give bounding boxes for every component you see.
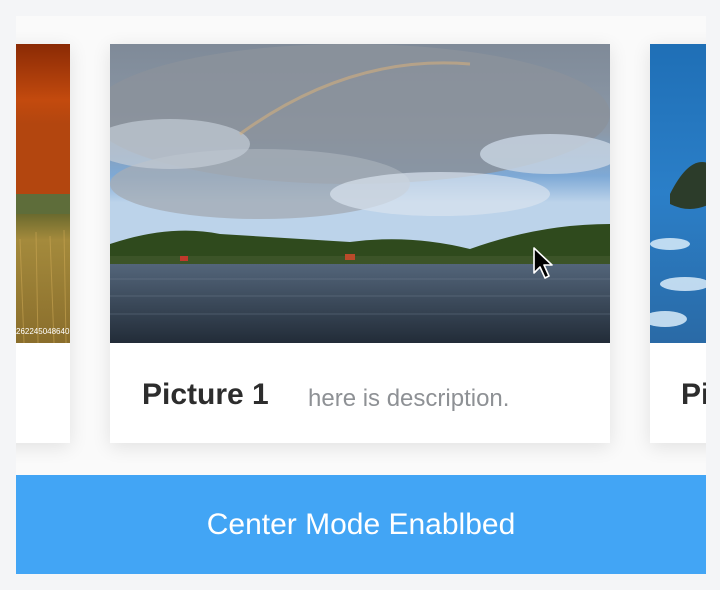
carousel-slide-previous[interactable]: 262245048640	[16, 44, 70, 443]
carousel-slide-next[interactable]: Pi	[650, 44, 706, 443]
carousel-slide-active[interactable]: Picture 1 here is description.	[110, 44, 610, 443]
slide-image-ocean-waves	[650, 44, 706, 343]
mouse-cursor-icon	[533, 247, 553, 279]
slide-caption: Pi	[650, 343, 706, 443]
slide-image-lake-rainbow	[110, 44, 610, 343]
center-mode-label: Center Mode Enablbed	[206, 507, 516, 541]
slide-title: Picture 1	[142, 378, 269, 411]
carousel-frame: 262245048640 Picture 1 here is descripti…	[16, 16, 706, 574]
slide-title: Pi	[681, 378, 706, 411]
slide-caption	[16, 343, 70, 443]
center-mode-toggle-button[interactable]: Center Mode Enablbed	[16, 475, 706, 574]
carousel[interactable]: 262245048640 Picture 1 here is descripti…	[16, 16, 706, 475]
slide-image-sunset-field: 262245048640	[16, 44, 70, 343]
slide-description: here is description.	[308, 385, 510, 412]
slide-caption: Picture 1 here is description.	[110, 343, 610, 443]
image-caption-text: 262245048640	[16, 327, 70, 336]
